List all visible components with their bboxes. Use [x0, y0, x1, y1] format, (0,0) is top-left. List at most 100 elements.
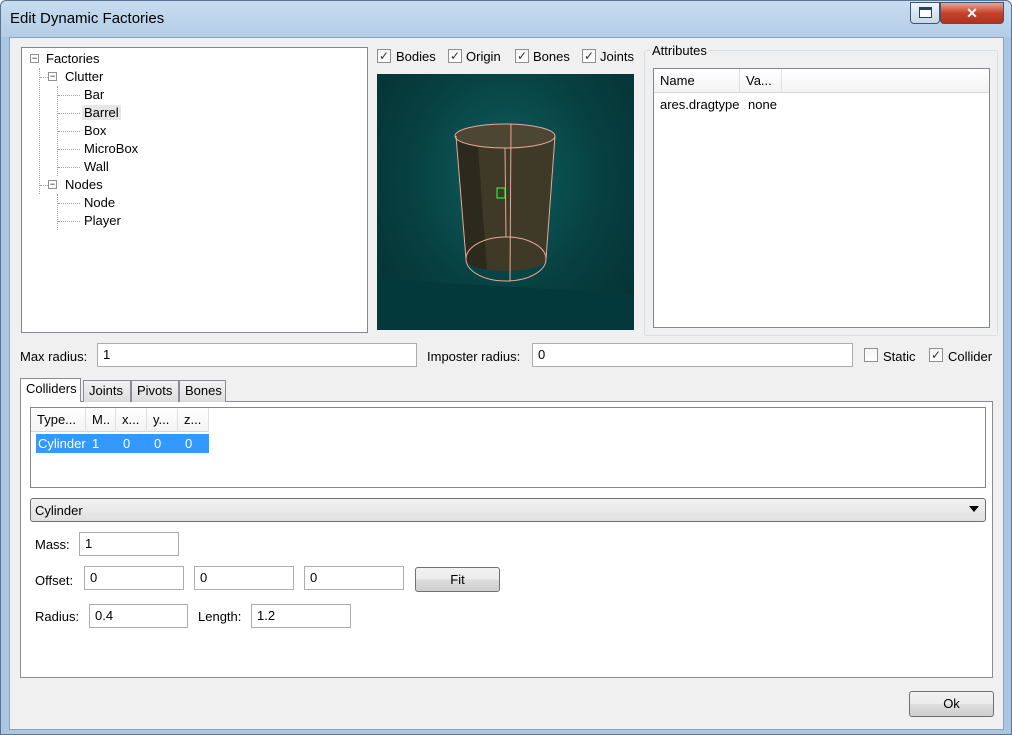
collapse-icon[interactable]: − — [30, 54, 39, 63]
restore-icon — [919, 7, 932, 18]
tree-connector — [58, 167, 80, 168]
collider-type-cell: Cylinder — [38, 436, 86, 451]
bodies-checkbox[interactable]: ✓ — [377, 49, 391, 63]
fit-button[interactable]: Fit — [415, 567, 500, 592]
3d-viewport[interactable] — [377, 74, 634, 330]
floor-plane — [377, 279, 634, 330]
title-bar[interactable]: Edit Dynamic Factories ✕ — [1, 1, 1011, 37]
tab-pivots[interactable]: Pivots — [131, 380, 179, 402]
bones-checkbox[interactable]: ✓ — [515, 49, 529, 63]
column-type[interactable]: Type... — [31, 408, 86, 432]
imposter-radius-label: Imposter radius: — [427, 349, 521, 364]
close-icon: ✕ — [966, 5, 978, 21]
tab-joints[interactable]: Joints — [83, 380, 131, 402]
tree-item-wall[interactable]: Wall — [84, 158, 109, 176]
collapse-icon[interactable]: − — [48, 72, 57, 81]
ok-button[interactable]: Ok — [909, 691, 994, 717]
tab-colliders[interactable]: Colliders — [20, 378, 81, 402]
column-z[interactable]: z... — [178, 408, 209, 432]
tree-item-label: Player — [84, 213, 121, 228]
tree-item-label: Node — [84, 195, 116, 210]
collider-z-cell: 0 — [185, 436, 193, 451]
tree-item-factories[interactable]: Factories — [46, 50, 99, 68]
window-title: Edit Dynamic Factories — [10, 10, 165, 27]
attributes-header: Name Va... — [654, 69, 989, 93]
tree-item-label: Wall — [84, 159, 109, 174]
colliders-header: Type... M.. x... y... z... — [31, 408, 209, 432]
tree-item-label: Barrel — [82, 105, 121, 120]
max-radius-label: Max radius: — [20, 349, 88, 364]
tree-item-node[interactable]: Node — [84, 194, 115, 212]
column-x[interactable]: x... — [116, 408, 147, 432]
tree-connector — [40, 185, 48, 186]
tree-item-microbox[interactable]: MicroBox — [84, 140, 138, 158]
column-y[interactable]: y... — [147, 408, 178, 432]
imposter-radius-input[interactable]: 0 — [532, 343, 853, 367]
bodies-label: Bodies — [396, 49, 436, 64]
collider-label: Collider — [948, 349, 993, 364]
tree-connector — [58, 113, 80, 114]
collider-y-cell: 0 — [154, 436, 162, 451]
origin-checkbox[interactable]: ✓ — [448, 49, 462, 63]
mass-label: Mass: — [35, 537, 70, 552]
offset-z-input[interactable]: 0 — [304, 566, 404, 590]
joints-checkbox[interactable]: ✓ — [582, 49, 596, 63]
column-mass[interactable]: M.. — [86, 408, 116, 432]
tree-connector — [58, 221, 80, 222]
tree-item-label: Nodes — [65, 177, 103, 192]
tree-item-bar[interactable]: Bar — [84, 86, 104, 104]
barrel-top — [454, 123, 556, 149]
attributes-table[interactable]: Name Va... ares.dragtype none — [653, 68, 990, 328]
chevron-down-icon — [969, 506, 979, 512]
collapse-icon[interactable]: − — [48, 180, 57, 189]
tree-item-label: MicroBox — [84, 141, 139, 156]
factory-tree[interactable]: − Factories − Clutter Bar Barrel Box Mic… — [21, 47, 368, 333]
collider-row[interactable]: Cylinder 1 0 0 0 — [36, 434, 209, 453]
tree-item-box[interactable]: Box — [84, 122, 106, 140]
tree-connector — [40, 77, 48, 78]
tree-item-label: Box — [84, 123, 107, 138]
tree-connector — [58, 203, 80, 204]
tree-item-barrel[interactable]: Barrel — [82, 104, 121, 122]
attribute-value-cell[interactable]: none — [748, 95, 777, 115]
column-name[interactable]: Name — [654, 69, 740, 93]
radius-input[interactable]: 0.4 — [89, 604, 188, 628]
offset-x-input[interactable]: 0 — [84, 566, 184, 590]
collider-type-value: Cylinder — [35, 503, 83, 518]
close-button[interactable]: ✕ — [940, 2, 1004, 24]
attributes-title: Attributes — [650, 43, 709, 58]
tree-item-clutter[interactable]: Clutter — [65, 68, 103, 86]
collider-checkbox[interactable]: ✓ — [929, 348, 943, 362]
tree-connector — [58, 131, 80, 132]
collider-mass-cell: 1 — [92, 436, 100, 451]
tab-bones[interactable]: Bones — [179, 380, 226, 402]
attribute-name-cell[interactable]: ares.dragtype — [660, 95, 740, 115]
tree-item-nodes[interactable]: Nodes — [65, 176, 103, 194]
length-label: Length: — [198, 609, 242, 624]
radius-label: Radius: — [35, 609, 80, 624]
restore-button[interactable] — [910, 2, 940, 24]
max-radius-input[interactable]: 1 — [97, 343, 417, 367]
origin-label: Origin — [466, 49, 501, 64]
mass-input[interactable]: 1 — [79, 532, 179, 556]
static-checkbox[interactable] — [864, 348, 878, 362]
dialog-window: Edit Dynamic Factories ✕ − Factories − C… — [0, 0, 1012, 735]
offset-label: Offset: — [35, 573, 74, 588]
tree-connector — [39, 68, 40, 194]
tree-item-label: Factories — [46, 51, 100, 66]
tree-item-label: Bar — [84, 87, 105, 102]
colliders-table[interactable]: Type... M.. x... y... z... Cylinder 1 0 … — [30, 407, 986, 488]
collider-x-cell: 0 — [123, 436, 131, 451]
dialog-client: − Factories − Clutter Bar Barrel Box Mic… — [9, 37, 1004, 730]
length-input[interactable]: 1.2 — [251, 604, 351, 628]
joints-label: Joints — [600, 49, 634, 64]
tree-connector — [58, 95, 80, 96]
column-value[interactable]: Va... — [740, 69, 782, 93]
barrel-preview — [377, 123, 634, 330]
tree-item-player[interactable]: Player — [84, 212, 121, 230]
static-label: Static — [883, 349, 916, 364]
offset-y-input[interactable]: 0 — [194, 566, 294, 590]
collider-type-select[interactable]: Cylinder — [30, 498, 986, 522]
tree-item-label: Clutter — [65, 69, 104, 84]
tree-connector — [58, 149, 80, 150]
